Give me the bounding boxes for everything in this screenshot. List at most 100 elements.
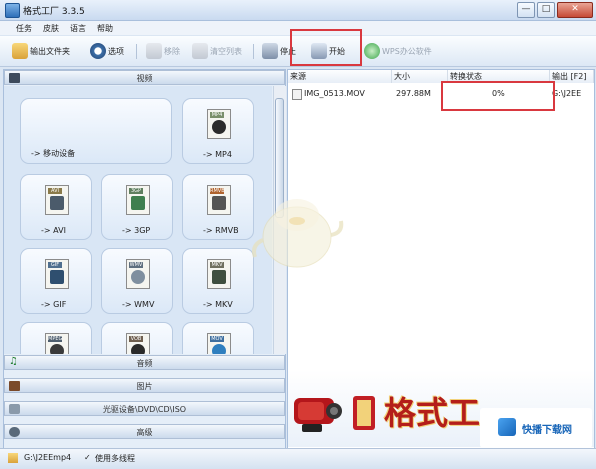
clear-list-label: 清空列表 bbox=[210, 46, 242, 56]
format-tag: AVI bbox=[48, 188, 62, 194]
mp4-icon: MP4 bbox=[207, 109, 231, 139]
film-roll-icon bbox=[353, 396, 375, 430]
film-icon bbox=[212, 196, 226, 210]
video-format-grid: -> 移动设备 MP4 -> MP4 AVI -> AVI 3GP -> 3GP bbox=[4, 86, 272, 354]
stop-icon bbox=[262, 43, 278, 59]
multithread-checkbox[interactable]: ✓ bbox=[84, 453, 91, 462]
tile-label: -> GIF bbox=[41, 300, 67, 309]
conversion-panel: 视频 -> 移动设备 MP4 -> MP4 AVI -> AVI 3GP -> … bbox=[3, 69, 286, 449]
title-bar: 格式工厂 3.3.5 — □ ✕ bbox=[0, 0, 596, 21]
toolbar-highlight-box bbox=[290, 29, 362, 66]
folder-icon bbox=[12, 43, 28, 59]
category-rom-label: 光驱设备\DVD\CD\ISO bbox=[102, 405, 187, 414]
tile-label: -> MP4 bbox=[203, 150, 232, 159]
tile-3gp[interactable]: 3GP -> 3GP bbox=[101, 174, 173, 240]
file-icon bbox=[292, 89, 302, 100]
row-source: IMG_0513.MOV bbox=[304, 89, 365, 98]
camcorder-icon bbox=[294, 398, 342, 432]
wps-button[interactable]: WPS办公软件 bbox=[364, 41, 432, 61]
row-output: G:\J2EE bbox=[552, 89, 582, 98]
format-tag: VOB bbox=[129, 336, 143, 342]
output-path[interactable]: G:\J2EEmp4 bbox=[24, 453, 71, 462]
format-tag: MPEG bbox=[48, 336, 63, 342]
options-icon bbox=[90, 43, 106, 59]
tile-mobile-device[interactable]: -> 移动设备 bbox=[20, 98, 172, 164]
quicktime-icon bbox=[212, 344, 226, 354]
mkv-icon: MKV bbox=[207, 259, 231, 289]
maximize-button[interactable]: □ bbox=[537, 2, 555, 18]
column-header-source[interactable]: 来源 bbox=[288, 70, 392, 83]
brand-characters: 格式工 bbox=[384, 394, 481, 432]
tile-wmv[interactable]: WMV -> WMV bbox=[101, 248, 173, 314]
site-logo-text: 快播下载网 bbox=[522, 425, 572, 436]
film-reel-icon bbox=[212, 120, 226, 134]
tile-mov[interactable]: MOV bbox=[182, 322, 254, 354]
menu-help[interactable]: 帮助 bbox=[97, 23, 113, 34]
wps-icon bbox=[364, 43, 380, 59]
close-button[interactable]: ✕ bbox=[557, 2, 593, 18]
site-logo: 快播下载网 bbox=[480, 408, 592, 448]
wmv-icon: WMV bbox=[126, 259, 150, 289]
mov-icon: MOV bbox=[207, 333, 231, 354]
category-audio[interactable]: ♫ 音频 bbox=[4, 355, 285, 370]
tile-label: -> AVI bbox=[41, 226, 66, 235]
category-picture[interactable]: 图片 bbox=[4, 378, 285, 393]
format-tag: WMV bbox=[129, 262, 143, 268]
tile-label: -> RMVB bbox=[203, 226, 239, 235]
menu-language[interactable]: 语言 bbox=[70, 23, 86, 34]
film-icon bbox=[50, 270, 64, 284]
window-title: 格式工厂 3.3.5 bbox=[23, 7, 85, 17]
tile-mpeg[interactable]: MPEG bbox=[20, 322, 92, 354]
remove-icon bbox=[146, 43, 162, 59]
format-tag: GIF bbox=[48, 262, 62, 268]
format-tag: MKV bbox=[210, 262, 224, 268]
menu-skin[interactable]: 皮肤 bbox=[43, 23, 59, 34]
format-tag: MOV bbox=[210, 336, 224, 342]
clear-list-button[interactable]: 清空列表 bbox=[192, 41, 242, 61]
film-icon bbox=[212, 270, 226, 284]
tile-avi[interactable]: AVI -> AVI bbox=[20, 174, 92, 240]
tile-mp4[interactable]: MP4 -> MP4 bbox=[182, 98, 254, 164]
toolbar-separator bbox=[136, 44, 137, 59]
site-logo-icon bbox=[498, 418, 516, 436]
multithread-label: 使用多线程 bbox=[95, 454, 135, 463]
format-tag: MP4 bbox=[210, 112, 224, 118]
menu-task[interactable]: 任务 bbox=[16, 23, 32, 34]
row-size: 297.88M bbox=[396, 89, 431, 98]
tile-label: -> 3GP bbox=[122, 226, 151, 235]
rmvb-icon: RMVB bbox=[207, 185, 231, 215]
mascot-watermark bbox=[252, 199, 344, 268]
category-advanced-label: 高级 bbox=[136, 428, 153, 437]
phone-icon bbox=[131, 196, 145, 210]
tile-vob[interactable]: VOB bbox=[101, 322, 173, 354]
category-rom-device[interactable]: 光驱设备\DVD\CD\ISO bbox=[4, 401, 285, 416]
avi-icon: AVI bbox=[45, 185, 69, 215]
app-icon bbox=[5, 3, 20, 18]
options-label: 选项 bbox=[108, 46, 124, 56]
category-audio-label: 音频 bbox=[136, 359, 153, 368]
format-tag: 3GP bbox=[129, 188, 143, 194]
disc-icon bbox=[131, 344, 145, 354]
category-video[interactable]: 视频 bbox=[4, 70, 285, 85]
remove-label: 移除 bbox=[164, 46, 180, 56]
category-advanced[interactable]: 高级 bbox=[4, 424, 285, 439]
column-header-size[interactable]: 大小 bbox=[392, 70, 448, 83]
tile-gif[interactable]: GIF -> GIF bbox=[20, 248, 92, 314]
minimize-button[interactable]: — bbox=[517, 2, 535, 18]
media-icon bbox=[131, 270, 145, 284]
wps-label: WPS办公软件 bbox=[382, 46, 432, 56]
column-header-output[interactable]: 输出 [F2] bbox=[550, 70, 594, 83]
3gp-icon: 3GP bbox=[126, 185, 150, 215]
tile-rmvb[interactable]: RMVB -> RMVB bbox=[182, 174, 254, 240]
category-video-label: 视频 bbox=[136, 74, 153, 83]
gif-icon: GIF bbox=[45, 259, 69, 289]
output-folder-label: 输出文件夹 bbox=[30, 46, 70, 56]
options-button[interactable]: 选项 bbox=[90, 41, 124, 61]
mpeg-icon: MPEG bbox=[45, 333, 69, 354]
tile-mkv[interactable]: MKV -> MKV bbox=[182, 248, 254, 314]
tile-label: -> 移动设备 bbox=[31, 149, 76, 158]
tile-label: -> MKV bbox=[203, 300, 233, 309]
remove-button[interactable]: 移除 bbox=[146, 41, 180, 61]
output-folder-button[interactable]: 输出文件夹 bbox=[12, 41, 70, 61]
clear-list-icon bbox=[192, 43, 208, 59]
